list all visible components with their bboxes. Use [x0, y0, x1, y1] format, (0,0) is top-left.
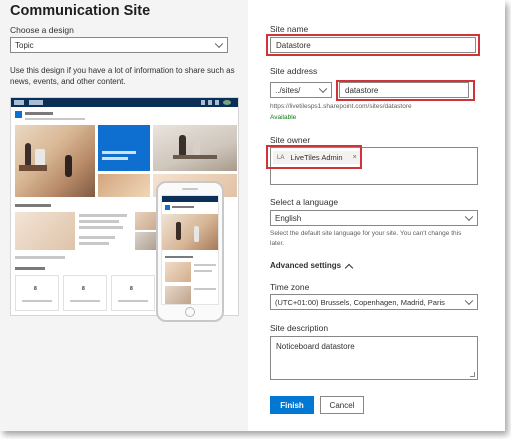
- preview-site-logo: [15, 111, 22, 118]
- finish-button[interactable]: Finish: [270, 396, 314, 414]
- site-owner-label: Site owner: [270, 135, 311, 145]
- site-owner-highlight: [266, 145, 362, 169]
- description-label: Site description: [270, 323, 329, 333]
- choose-design-label: Choose a design: [10, 25, 74, 35]
- design-dropdown[interactable]: Topic: [10, 37, 228, 53]
- chevron-down-icon: [214, 39, 224, 49]
- site-address-path-dropdown[interactable]: ../sites/: [270, 82, 332, 98]
- design-description: Use this design if you have a lot of inf…: [10, 66, 235, 86]
- availability-status: Available: [270, 114, 297, 121]
- design-panel: Communication Site Choose a design Topic…: [0, 0, 248, 431]
- site-description-textarea[interactable]: Noticeboard datastore: [270, 336, 478, 380]
- timezone-label: Time zone: [270, 282, 310, 292]
- advanced-settings-toggle[interactable]: Advanced settings: [270, 261, 354, 272]
- chevron-down-icon: [464, 212, 474, 222]
- language-help: Select the default site language for you…: [270, 230, 462, 247]
- design-dropdown-value: Topic: [15, 40, 34, 50]
- language-dropdown[interactable]: English: [270, 210, 478, 226]
- site-address-label: Site address: [270, 66, 318, 76]
- preview-event-card: 8: [111, 275, 155, 311]
- chevron-up-icon: [344, 263, 354, 272]
- preview-event-card: 8: [63, 275, 107, 311]
- chevron-down-icon: [318, 84, 328, 94]
- preview-event-card: 8: [15, 275, 59, 311]
- create-site-dialog: Communication Site Choose a design Topic…: [0, 0, 505, 431]
- dialog-title: Communication Site: [10, 3, 151, 19]
- language-label: Select a language: [270, 197, 339, 207]
- timezone-dropdown[interactable]: (UTC+01:00) Brussels, Copenhagen, Madrid…: [270, 294, 478, 310]
- chevron-down-icon: [464, 296, 474, 306]
- resize-handle-icon[interactable]: [470, 372, 475, 377]
- mobile-preview: [156, 181, 224, 322]
- site-name-label: Site name: [270, 24, 309, 34]
- preview-hero-image-1: [15, 125, 95, 197]
- preview-hero-blue: [98, 125, 150, 171]
- site-address-highlight: [336, 80, 475, 101]
- preview-topbar: [11, 98, 238, 107]
- site-url: https://livetilesps1.sharepoint.com/site…: [270, 103, 412, 110]
- preview-hero-image-3: [98, 174, 150, 197]
- site-name-highlight: [266, 34, 480, 56]
- preview-hero-image-2: [153, 125, 237, 171]
- site-form: Site name Datastore Site address ../site…: [248, 0, 505, 431]
- cancel-button[interactable]: Cancel: [320, 396, 364, 414]
